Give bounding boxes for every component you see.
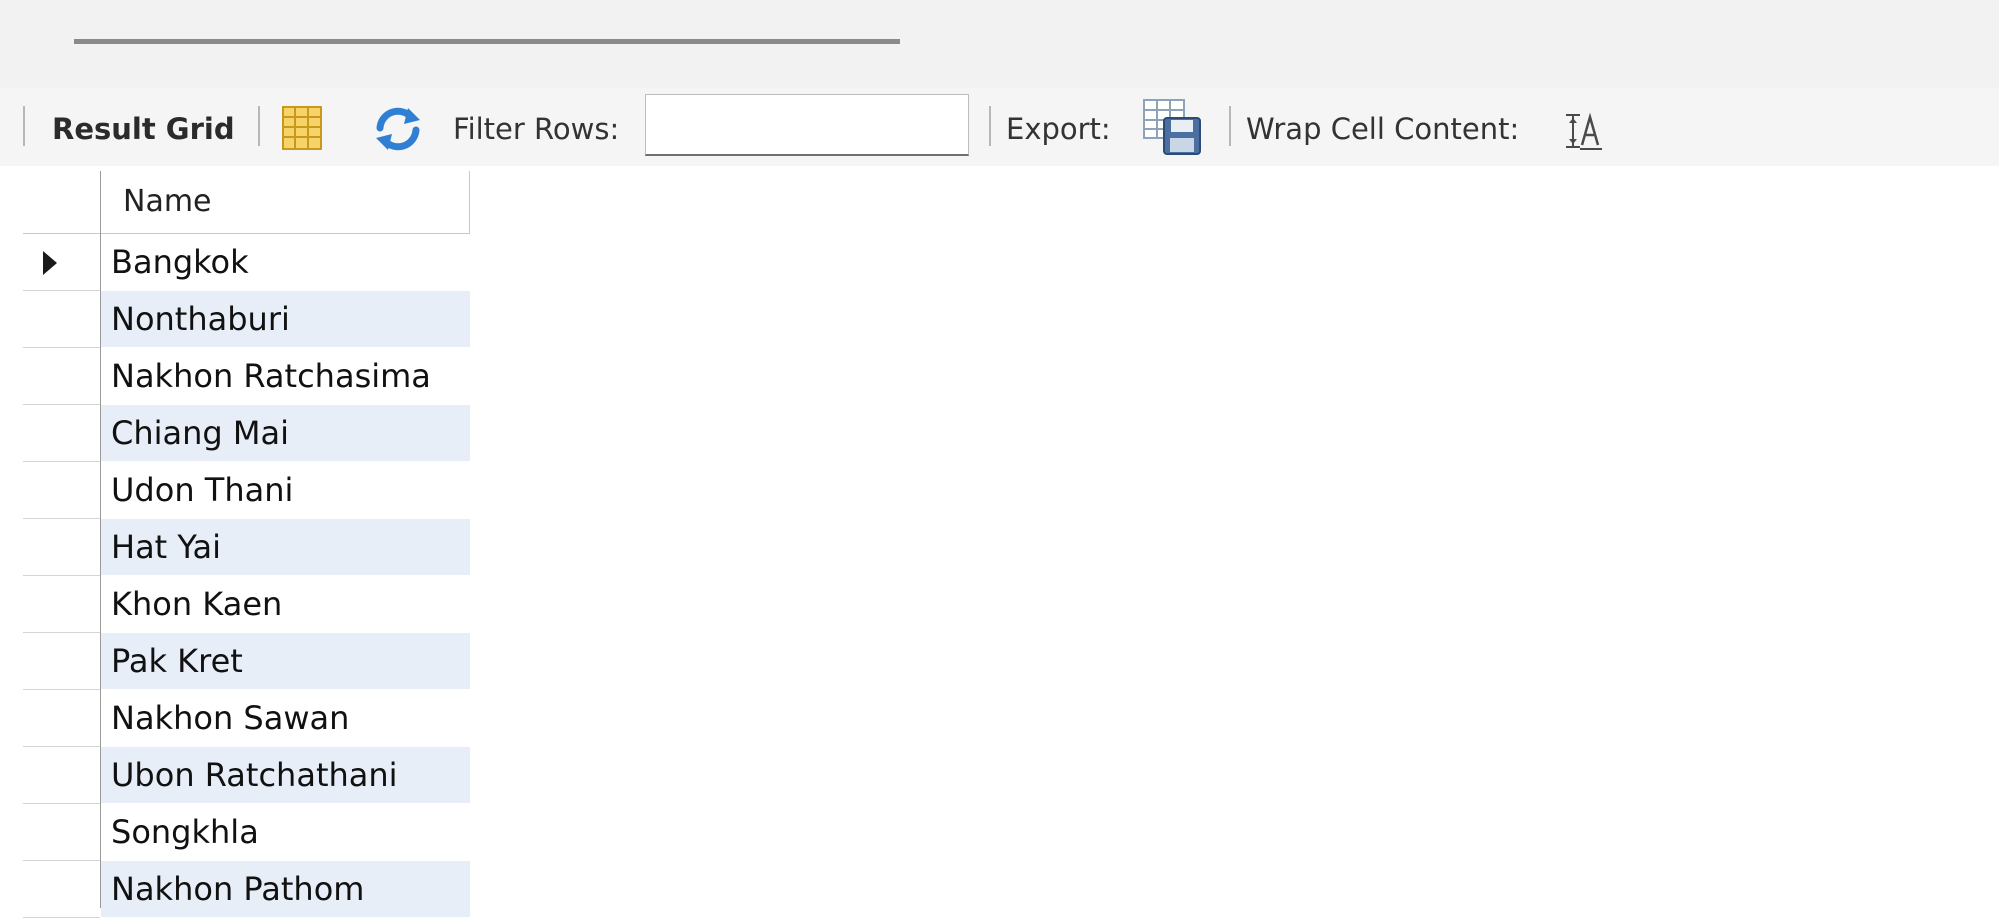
filter-rows-input[interactable] <box>645 94 969 156</box>
table-cell[interactable]: Khon Kaen <box>101 576 470 632</box>
refresh-icon[interactable] <box>372 106 424 152</box>
row-gutter[interactable] <box>23 405 100 462</box>
progress-line <box>74 39 900 44</box>
table-row[interactable]: Khon Kaen <box>23 576 470 633</box>
table-cell[interactable]: Pak Kret <box>101 633 470 689</box>
toolbar-separator <box>258 106 260 146</box>
row-gutter[interactable] <box>23 462 100 519</box>
table-cell[interactable]: Nonthaburi <box>101 291 470 347</box>
header-divider <box>469 171 470 233</box>
toolbar-separator <box>989 106 991 146</box>
row-gutter[interactable] <box>23 291 100 348</box>
column-header-name[interactable]: Name <box>123 184 212 220</box>
table-row[interactable]: Nakhon Pathom <box>23 861 470 918</box>
table-cell[interactable]: Nakhon Ratchasima <box>101 348 470 404</box>
gutter-divider <box>100 171 101 908</box>
table-row[interactable]: Songkhla <box>23 804 470 861</box>
row-gutter[interactable] <box>23 234 100 291</box>
grid-layout-icon[interactable] <box>281 105 323 151</box>
result-grid-tab[interactable]: Result Grid <box>52 112 235 146</box>
table-row[interactable]: Bangkok <box>23 234 470 291</box>
table-cell[interactable]: Nakhon Sawan <box>101 690 470 746</box>
row-gutter[interactable] <box>23 576 100 633</box>
toolbar-separator <box>23 106 25 146</box>
row-gutter[interactable] <box>23 348 100 405</box>
row-gutter[interactable] <box>23 519 100 576</box>
row-gutter[interactable] <box>23 747 100 804</box>
row-gutter[interactable] <box>23 633 100 690</box>
table-row[interactable]: Ubon Ratchathani <box>23 747 470 804</box>
wrap-cell-content-label: Wrap Cell Content: <box>1246 112 1520 146</box>
export-label: Export: <box>1006 112 1111 146</box>
wrap-text-icon[interactable] <box>1564 111 1604 151</box>
filter-rows-label: Filter Rows: <box>453 112 620 146</box>
row-gutter[interactable] <box>23 804 100 861</box>
table-row[interactable]: Hat Yai <box>23 519 470 576</box>
table-cell[interactable]: Hat Yai <box>101 519 470 575</box>
row-gutter[interactable] <box>23 690 100 747</box>
table-row[interactable]: Chiang Mai <box>23 405 470 462</box>
table-row[interactable]: Udon Thani <box>23 462 470 519</box>
table-row[interactable]: Nakhon Sawan <box>23 690 470 747</box>
table-cell[interactable]: Bangkok <box>101 234 470 290</box>
row-gutter[interactable] <box>23 861 100 918</box>
table-row[interactable]: Pak Kret <box>23 633 470 690</box>
table-cell[interactable]: Ubon Ratchathani <box>101 747 470 803</box>
table-cell[interactable]: Nakhon Pathom <box>101 861 470 917</box>
table-row[interactable]: Nakhon Ratchasima <box>23 348 470 405</box>
table-cell[interactable]: Udon Thani <box>101 462 470 518</box>
grid-header: Name <box>23 171 470 234</box>
top-band <box>0 0 1999 88</box>
current-row-arrow-icon <box>43 251 57 275</box>
export-save-icon[interactable] <box>1142 98 1204 156</box>
table-row[interactable]: Nonthaburi <box>23 291 470 348</box>
toolbar-separator <box>1229 106 1231 146</box>
table-cell[interactable]: Songkhla <box>101 804 470 860</box>
table-cell[interactable]: Chiang Mai <box>101 405 470 461</box>
